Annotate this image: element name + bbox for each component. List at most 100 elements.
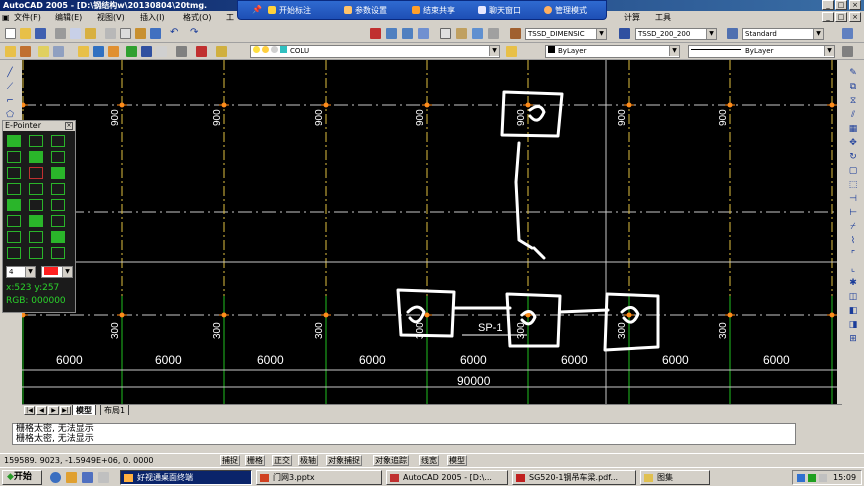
zoom-realtime-icon[interactable] (386, 28, 397, 39)
osnap-toggle[interactable]: 对象捕捉 (326, 455, 362, 466)
text-style-icon[interactable] (619, 28, 630, 39)
tool-icon[interactable]: ◨ (847, 320, 859, 330)
lock-icon[interactable] (108, 46, 119, 57)
pen-icon[interactable] (29, 167, 43, 179)
pointer-icon[interactable] (7, 183, 21, 195)
zoom-window-icon[interactable] (402, 28, 413, 39)
minimize-button[interactable]: _ (822, 0, 834, 10)
make-current-icon[interactable] (53, 46, 64, 57)
first-tab-icon[interactable]: |◀ (24, 406, 35, 415)
publish-icon[interactable] (85, 28, 96, 39)
freeze-icon[interactable] (93, 46, 104, 57)
menu-calc[interactable]: 计算 (624, 11, 640, 24)
make-object-layer-current-icon[interactable] (506, 46, 517, 57)
filled-ellipse-icon[interactable] (7, 215, 21, 227)
design-center-icon[interactable] (456, 28, 467, 39)
menu-format[interactable]: 格式(O) (183, 11, 212, 24)
new-file-icon[interactable] (5, 28, 16, 39)
stretch-icon[interactable]: ⬚ (847, 180, 859, 190)
redo-icon[interactable]: ↷ (190, 28, 201, 39)
text-icon[interactable] (29, 215, 43, 227)
chamfer-icon[interactable]: ⌜ (847, 250, 859, 260)
quicklaunch-browser-icon[interactable] (50, 472, 61, 483)
parameter-settings-button[interactable]: 参数设置 (344, 5, 387, 16)
maximize-button[interactable]: □ (835, 0, 847, 10)
layer-manager-icon[interactable] (5, 46, 16, 57)
preview-icon[interactable] (70, 28, 81, 39)
rectangle-icon[interactable] (7, 199, 21, 211)
tray-app-icon[interactable] (808, 474, 816, 482)
undo-icon[interactable]: ↶ (170, 28, 181, 39)
filled-rectangle-icon[interactable] (51, 199, 65, 211)
copy-icon[interactable] (120, 28, 131, 39)
properties-icon[interactable] (440, 28, 451, 39)
undo-icon[interactable] (7, 231, 21, 243)
close-icon[interactable]: × (65, 122, 73, 130)
start-button[interactable]: ◆开始 (2, 470, 42, 485)
doc-maximize-button[interactable]: □ (835, 12, 847, 22)
erase-icon[interactable]: ✎ (847, 68, 859, 78)
tool-palettes-icon[interactable] (472, 28, 483, 39)
ellipse-icon[interactable] (29, 199, 43, 211)
grid-toggle[interactable]: 栅格 (245, 455, 265, 466)
tool-icon[interactable]: ◫ (847, 292, 859, 302)
print-icon[interactable] (55, 28, 66, 39)
match-properties-icon[interactable] (150, 28, 161, 39)
ortho-toggle[interactable]: 正交 (272, 455, 292, 466)
snap-toggle[interactable]: 捕捉 (220, 455, 240, 466)
task-autocad[interactable]: AutoCAD 2005 - [D:\... (386, 470, 508, 485)
open-folder-icon[interactable] (20, 28, 31, 39)
linetype-select[interactable]: ByLayer ▼ (688, 45, 835, 58)
cursor-icon[interactable] (29, 247, 43, 259)
otrack-toggle[interactable]: 对象追踪 (373, 455, 409, 466)
filled-text-icon[interactable] (51, 215, 65, 227)
break-icon[interactable]: ⌿ (847, 222, 859, 232)
fillet-icon[interactable]: ⌞ (847, 264, 859, 274)
quicklaunch-media-icon[interactable] (98, 472, 109, 483)
menu-file[interactable]: 文件(F) (14, 11, 41, 24)
capture-icon[interactable] (29, 231, 43, 243)
line-icon[interactable] (29, 183, 43, 195)
mirror-icon[interactable]: ⧖ (847, 96, 859, 106)
epointer-title-bar[interactable]: E-Pointer × (3, 121, 75, 131)
offset-icon[interactable]: ⫽ (847, 110, 859, 120)
zoom-icon[interactable] (51, 231, 65, 243)
layer-select[interactable]: COLU ▼ (250, 45, 500, 58)
grid-icon[interactable] (7, 151, 21, 163)
trim-icon[interactable]: ⊣ (847, 194, 859, 204)
layer-tool-icon[interactable] (176, 46, 187, 57)
layer-tool-icon[interactable] (141, 46, 152, 57)
save-icon[interactable] (29, 135, 43, 147)
color-select[interactable]: ByLayer ▼ (545, 45, 680, 58)
quicklaunch-desktop-icon[interactable] (82, 472, 93, 483)
export-icon[interactable] (51, 135, 65, 147)
doc-minimize-button[interactable]: _ (822, 12, 834, 22)
menu-tools[interactable]: 工具 (655, 11, 671, 24)
help-icon[interactable] (488, 28, 499, 39)
dim-style-select[interactable]: TSSD_DIMENSIC ▼ (525, 28, 607, 40)
start-annotate-button[interactable]: 开始标注 (268, 5, 311, 16)
pen-color-select[interactable]: ▼ (41, 266, 73, 278)
quicklaunch-folder-icon[interactable] (66, 472, 77, 483)
move-icon[interactable]: ✥ (847, 138, 859, 148)
text-style-select[interactable]: TSSD_200_200 ▼ (635, 28, 717, 40)
prev-tab-icon[interactable]: ◀ (36, 406, 47, 415)
task-pdf[interactable]: SG520-1钢吊车梁.pdf... (512, 470, 636, 485)
menu-tools-partial[interactable]: 工 (226, 11, 234, 24)
cut-icon[interactable] (105, 28, 116, 39)
layer-previous-icon[interactable] (20, 46, 31, 57)
network-icon[interactable] (797, 474, 805, 482)
zoom-previous-icon[interactable] (418, 28, 429, 39)
construction-line-icon[interactable]: ⟋ (4, 82, 16, 92)
dim-style-icon[interactable] (510, 28, 521, 39)
copy-object-icon[interactable]: ⧉ (847, 82, 859, 92)
layer-state-icon[interactable] (38, 46, 49, 57)
toolbar-extra-icon[interactable] (842, 28, 853, 39)
open-icon[interactable] (7, 135, 21, 147)
menu-insert[interactable]: 插入(I) (140, 11, 165, 24)
array-icon[interactable]: ▦ (847, 124, 859, 134)
command-history[interactable]: 栅格太密, 无法显示 栅格太密, 无法显示 (12, 423, 796, 445)
admin-mode-button[interactable]: 管理模式 (544, 5, 587, 16)
chat-window-button[interactable]: 聊天窗口 (478, 5, 521, 16)
model-space-toggle[interactable]: 模型 (447, 455, 467, 466)
